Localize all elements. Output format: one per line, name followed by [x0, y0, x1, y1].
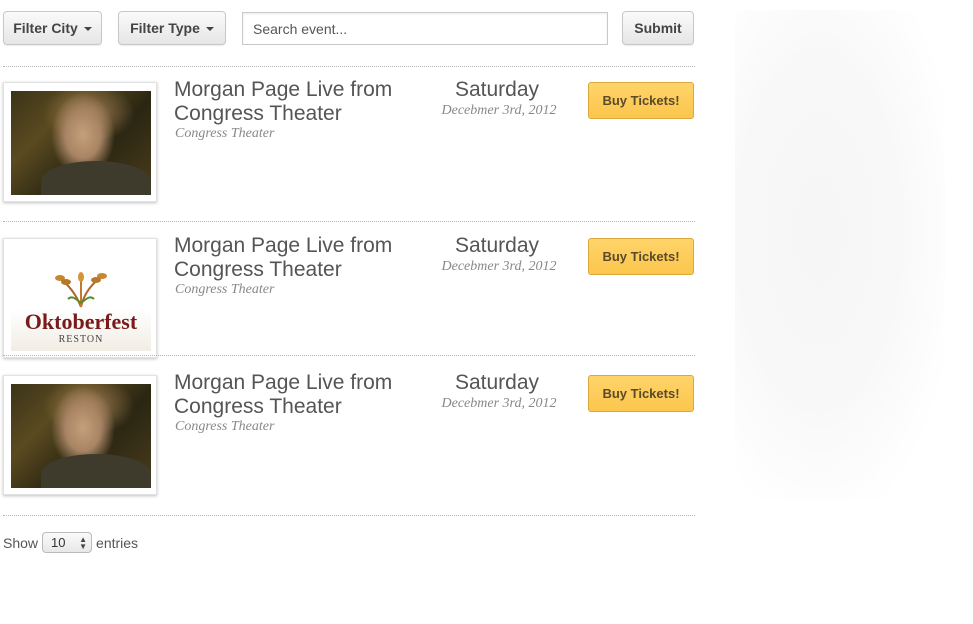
caret-down-icon	[83, 27, 92, 31]
logo-title: Oktoberfest	[24, 309, 138, 334]
event-day: Saturday	[454, 234, 540, 257]
divider	[3, 515, 695, 516]
event-date: Decebmer 3rd, 2012	[441, 259, 557, 274]
event-title[interactable]: Morgan Page Live from Congress Theater	[174, 78, 424, 126]
divider	[3, 221, 695, 222]
event-date: Decebmer 3rd, 2012	[441, 396, 557, 411]
buy-tickets-button[interactable]: Buy Tickets!	[588, 238, 694, 275]
divider	[3, 66, 695, 67]
event-title[interactable]: Morgan Page Live from Congress Theater	[174, 371, 424, 419]
event-title[interactable]: Morgan Page Live from Congress Theater	[174, 234, 424, 282]
buy-tickets-button[interactable]: Buy Tickets!	[588, 82, 694, 119]
artist-photo	[11, 384, 151, 488]
filter-type-dropdown[interactable]: Filter Type	[118, 11, 226, 45]
wheat-icon	[55, 272, 107, 308]
oktoberfest-logo: Oktoberfest RESTON	[11, 247, 151, 351]
event-venue: Congress Theater	[175, 126, 275, 141]
entries-select[interactable]: 10 ▲ ▼	[42, 532, 93, 553]
caret-down-icon	[205, 27, 214, 31]
side-shadow-panel	[735, 10, 945, 500]
submit-label: Submit	[634, 20, 682, 36]
entries-value: 10	[51, 535, 66, 550]
event-thumbnail[interactable]	[3, 82, 157, 202]
filter-city-label: Filter City	[13, 20, 78, 36]
submit-button[interactable]: Submit	[622, 11, 694, 45]
search-event-input[interactable]	[242, 12, 608, 45]
event-venue: Congress Theater	[175, 419, 275, 434]
event-venue: Congress Theater	[175, 282, 275, 297]
divider	[3, 355, 695, 356]
event-thumbnail[interactable]: Oktoberfest RESTON	[3, 238, 157, 358]
filter-type-label: Filter Type	[130, 20, 200, 36]
filter-toolbar: Filter City Filter Type Submit	[3, 11, 694, 47]
entries-control: Show 10 ▲ ▼ entries	[3, 532, 138, 553]
event-row: Morgan Page Live from Congress Theater C…	[0, 371, 700, 505]
event-day: Saturday	[454, 78, 540, 101]
spinner-arrows-icon: ▲ ▼	[79, 534, 88, 551]
artist-photo	[11, 91, 151, 195]
show-label: Show	[3, 534, 39, 551]
buy-tickets-button[interactable]: Buy Tickets!	[588, 375, 694, 412]
event-date: Decebmer 3rd, 2012	[441, 103, 557, 118]
event-row: Morgan Page Live from Congress Theater C…	[0, 78, 700, 212]
event-day: Saturday	[454, 371, 540, 394]
event-thumbnail[interactable]	[3, 375, 157, 495]
entries-label: entries	[96, 534, 139, 551]
logo-subtitle: RESTON	[58, 334, 104, 345]
filter-city-dropdown[interactable]: Filter City	[3, 11, 102, 45]
event-row: Oktoberfest RESTON Morgan Page Live from…	[0, 234, 700, 368]
